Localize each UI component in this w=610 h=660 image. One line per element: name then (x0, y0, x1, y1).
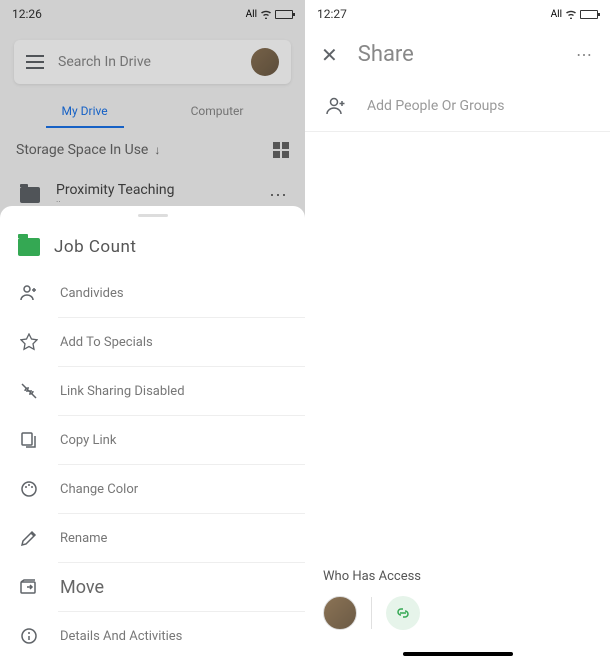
sheet-handle[interactable] (138, 214, 168, 217)
folder-icon (18, 238, 40, 256)
sheet-title: Job Count (54, 237, 136, 257)
access-label: Who Has Access (323, 569, 592, 584)
menu-move[interactable]: Move (0, 563, 305, 611)
sheet-header: Job Count (0, 225, 305, 269)
menu-candivides[interactable]: Candivides (0, 269, 305, 317)
bottom-sheet: Job Count Candivides Add To Specials Lin… (0, 206, 305, 660)
share-title: Share (358, 42, 576, 67)
person-add-icon (18, 282, 40, 304)
menu-details[interactable]: Details And Activities (0, 612, 305, 660)
menu-changecolor[interactable]: Change Color (0, 465, 305, 513)
access-avatar[interactable] (323, 596, 357, 630)
copy-icon (18, 429, 40, 451)
access-section: Who Has Access (305, 569, 610, 630)
link-off-icon (18, 380, 40, 402)
more-icon[interactable]: ⋯ (576, 45, 594, 64)
star-icon (18, 331, 40, 353)
dim-overlay (0, 0, 305, 235)
status-time: 12:27 (317, 7, 347, 21)
status-right: All (551, 9, 598, 20)
menu-linksharing[interactable]: Link Sharing Disabled (0, 367, 305, 415)
pencil-icon (18, 527, 40, 549)
add-people-row[interactable]: Add People Or Groups (305, 81, 610, 132)
menu-specials[interactable]: Add To Specials (0, 318, 305, 366)
close-icon[interactable]: ✕ (321, 43, 338, 67)
left-phone: 12:26 All Search In Drive My Drive Compu… (0, 0, 305, 660)
battery-icon (580, 10, 598, 19)
move-icon (18, 576, 40, 598)
person-add-icon (325, 95, 347, 117)
right-phone: 12:27 All ✕ Share ⋯ Add People Or Groups… (305, 0, 610, 660)
status-bar: 12:27 All (305, 0, 610, 28)
access-row (323, 596, 592, 630)
wifi-icon (565, 9, 577, 19)
link-access-button[interactable] (386, 596, 420, 630)
home-indicator[interactable] (403, 652, 513, 656)
share-header: ✕ Share ⋯ (305, 28, 610, 81)
menu-rename[interactable]: Rename (0, 514, 305, 562)
info-icon (18, 625, 40, 647)
divider (371, 597, 372, 629)
palette-icon (18, 478, 40, 500)
add-people-input[interactable]: Add People Or Groups (367, 98, 505, 114)
menu-copylink[interactable]: Copy Link (0, 416, 305, 464)
